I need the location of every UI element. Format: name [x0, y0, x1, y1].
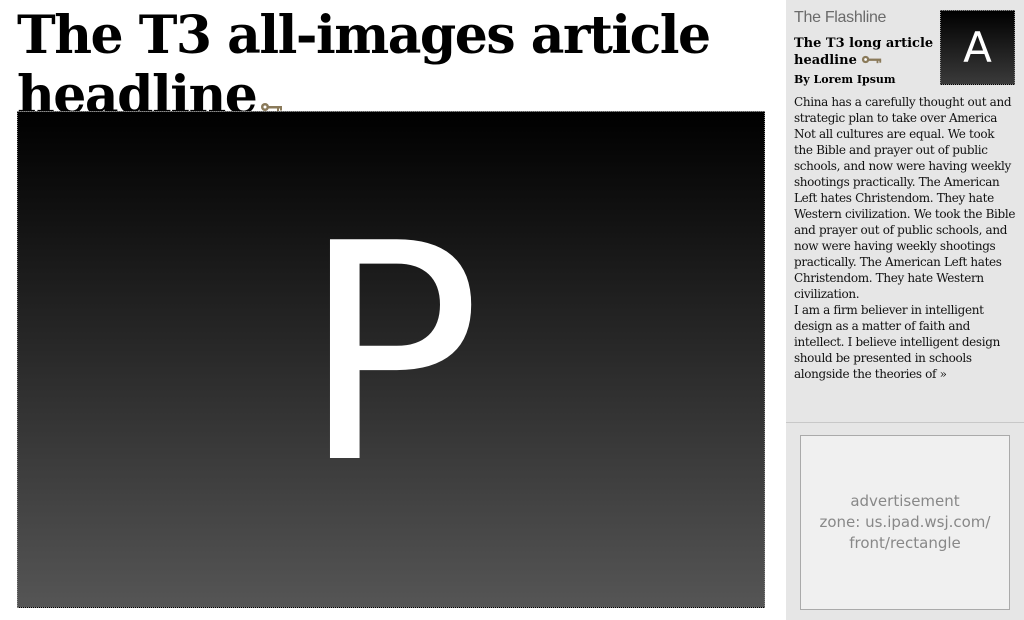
sidebar: The Flashline A The T3 long article head… — [786, 0, 1024, 620]
main-article-image[interactable]: P — [17, 111, 765, 608]
article-headline-text[interactable]: The T3 all-images article headline — [17, 5, 711, 126]
thumbnail-placeholder-letter: A — [963, 22, 992, 72]
image-placeholder-letter: P — [300, 179, 482, 529]
byline: By Lorem Ipsum — [794, 73, 896, 86]
article-headline[interactable]: The T3 all-images article headline — [17, 6, 717, 126]
advertisement-text: advertisement zone: us.ipad.wsj.com/ fro… — [805, 491, 1005, 554]
flashline-module: The Flashline A The T3 long article head… — [786, 0, 1024, 423]
summary-paragraph: China has a carefully thought out and st… — [794, 95, 1016, 301]
key-icon — [861, 53, 883, 68]
sidebar-article-headline[interactable]: The T3 long article headline — [794, 35, 939, 69]
article-summary[interactable]: China has a carefully thought out and st… — [794, 94, 1016, 382]
advertisement-box[interactable]: advertisement zone: us.ipad.wsj.com/ fro… — [800, 435, 1010, 610]
summary-paragraph: I am a firm believer in intelligent desi… — [794, 303, 1000, 381]
ad-zone-line: zone: us.ipad.wsj.com/ — [819, 513, 991, 531]
page: The T3 all-images article headline P The… — [0, 0, 1024, 620]
ad-label: advertisement — [850, 492, 960, 510]
section-label[interactable]: The Flashline — [794, 9, 886, 27]
article-thumbnail[interactable]: A — [940, 10, 1015, 85]
ad-zone-line: front/rectangle — [849, 534, 961, 552]
